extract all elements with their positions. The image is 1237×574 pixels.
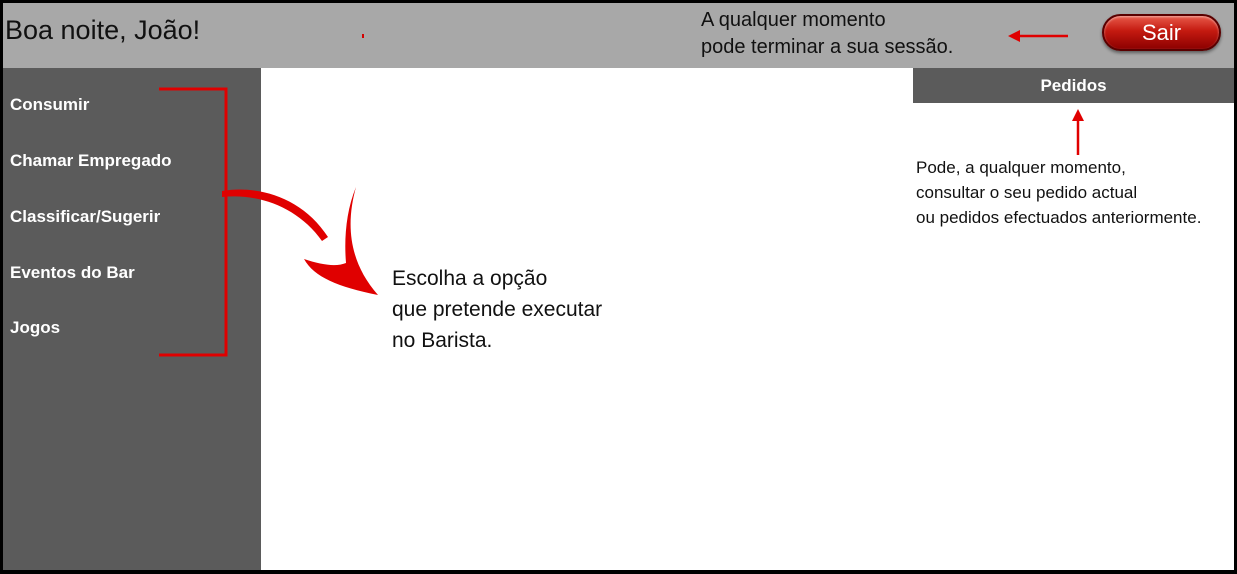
app-window: Boa noite, João! A qualquer momento pode… (0, 0, 1237, 574)
sidebar-item-chamar-empregado[interactable]: Chamar Empregado (10, 151, 172, 171)
logout-button[interactable]: Sair (1102, 14, 1221, 51)
orders-annotation-line: ou pedidos efectuados anteriormente. (916, 208, 1202, 227)
session-annotation-line: A qualquer momento (701, 9, 886, 31)
session-annotation: A qualquer momento pode terminar a sua s… (701, 7, 953, 61)
up-arrow-icon (1072, 109, 1084, 155)
sidebar-item-consumir[interactable]: Consumir (10, 95, 89, 115)
sidebar-item-jogos[interactable]: Jogos (10, 318, 60, 338)
menu-annotation-line: no Barista. (392, 329, 493, 352)
sidebar-item-classificar-sugerir[interactable]: Classificar/Sugerir (10, 207, 160, 227)
menu-annotation: Escolha a opção que pretende executar no… (392, 263, 602, 356)
orders-tab[interactable]: Pedidos (913, 68, 1234, 103)
top-bar: Boa noite, João! A qualquer momento pode… (3, 3, 1234, 68)
orders-annotation-line: Pode, a qualquer momento, (916, 158, 1126, 177)
left-arrow-icon (1008, 30, 1068, 42)
orders-annotation: Pode, a qualquer momento, consultar o se… (916, 155, 1201, 230)
session-annotation-line: pode terminar a sua sessão. (701, 36, 954, 58)
sidebar-item-eventos-do-bar[interactable]: Eventos do Bar (10, 263, 135, 283)
orders-annotation-line: consultar o seu pedido actual (916, 183, 1138, 202)
curved-arrow-icon (222, 187, 378, 295)
greeting-text: Boa noite, João! (5, 15, 201, 45)
red-mark (362, 34, 364, 38)
menu-annotation-line: Escolha a opção (392, 267, 548, 290)
menu-annotation-line: que pretende executar (392, 298, 603, 321)
